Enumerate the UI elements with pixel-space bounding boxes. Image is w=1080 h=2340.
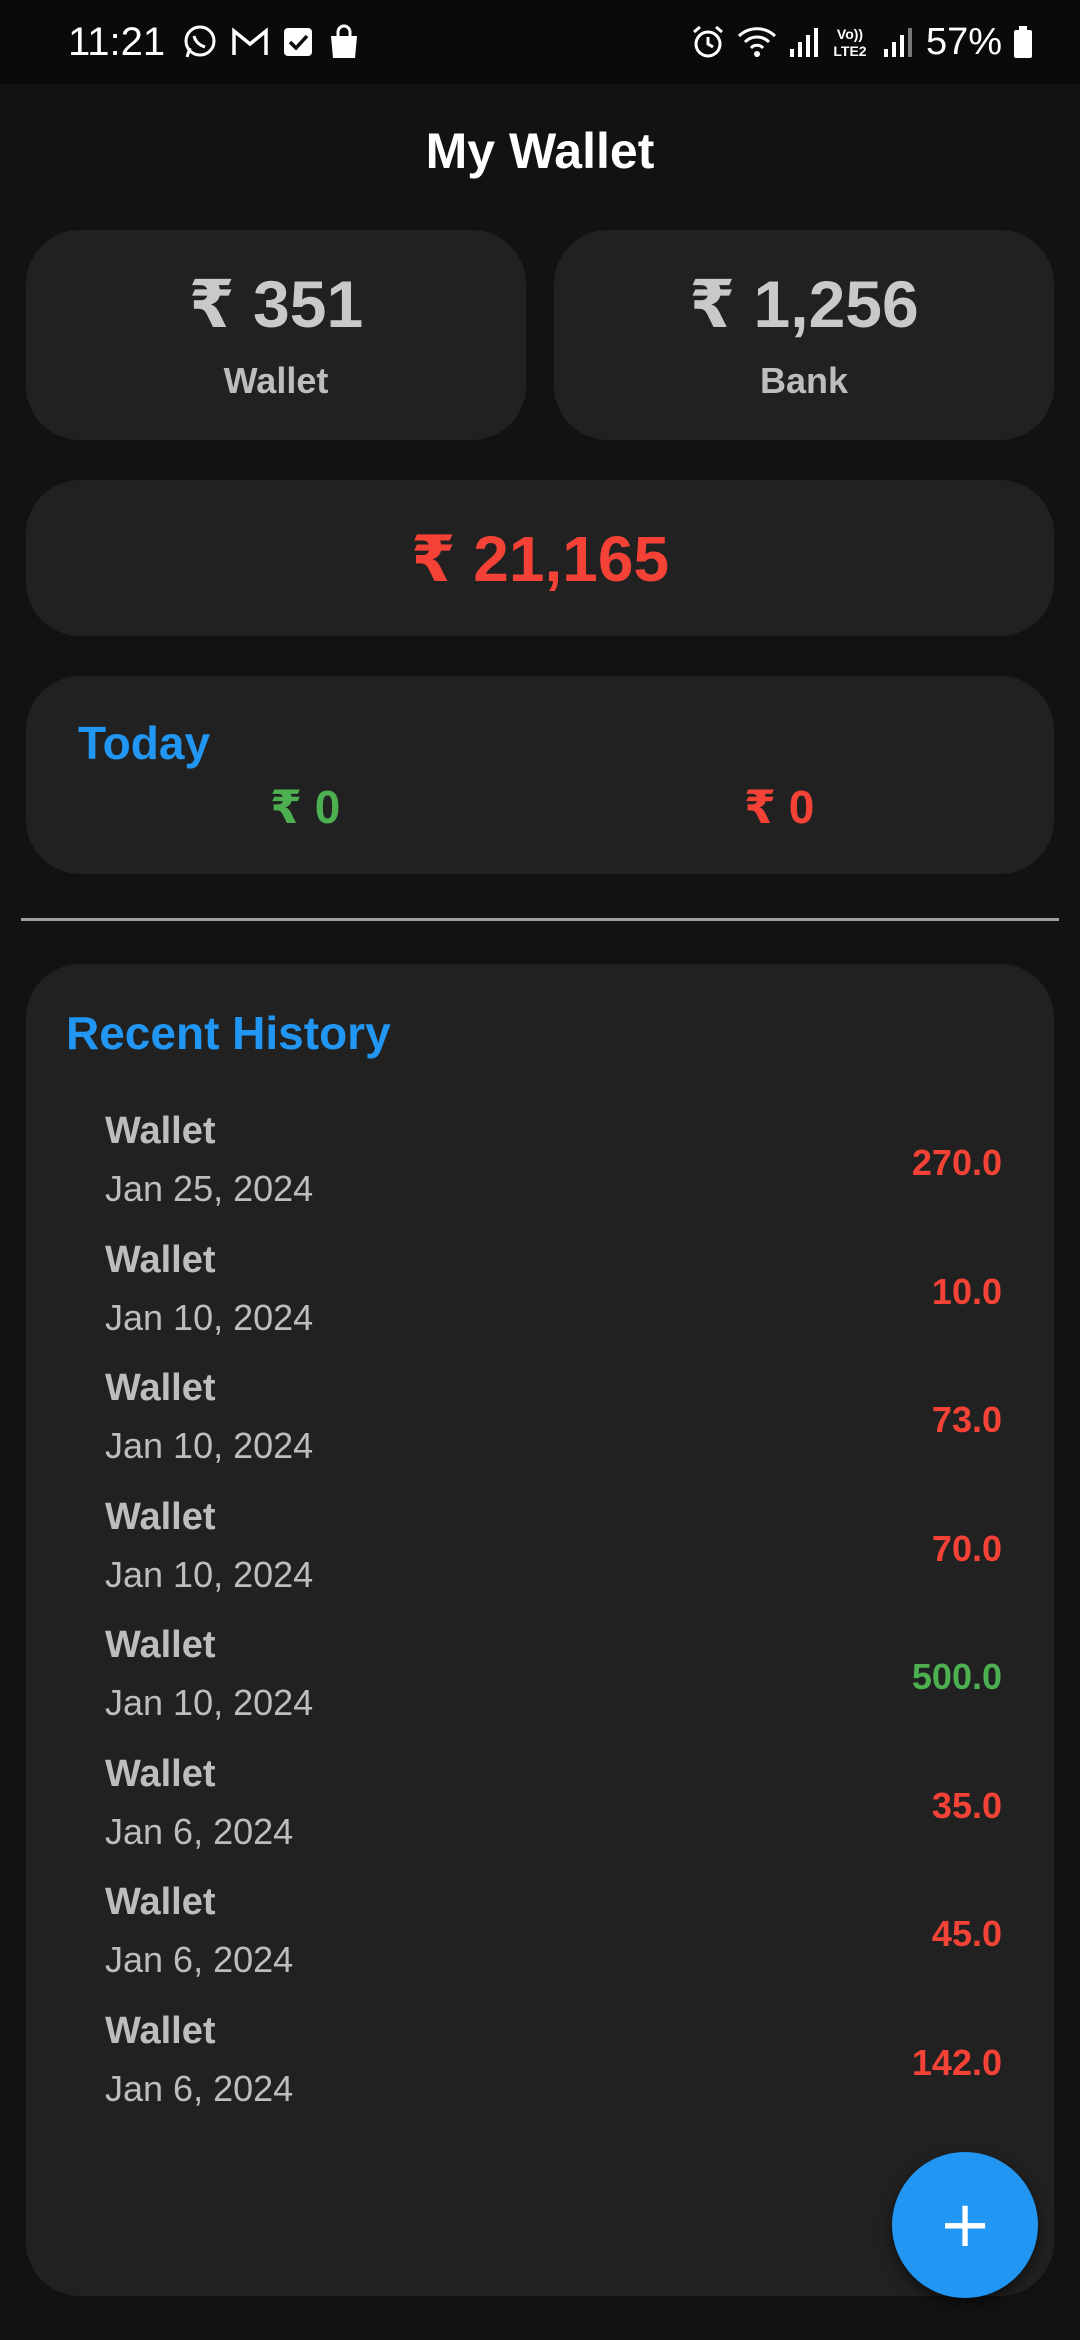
history-list-item[interactable]: Wallet Jan 10, 2024 500.0 [26, 1624, 1054, 1753]
plus-icon: + [938, 2188, 992, 2262]
bank-balance-label: Bank [759, 360, 849, 401]
bank-balance-amount: ₹ 1,256 [689, 267, 919, 341]
today-title: Today [78, 717, 211, 769]
battery-percent: 57% [925, 20, 1002, 63]
history-list: Wallet Jan 25, 2024 270.0 Wallet Jan 10, 202… [26, 1110, 1054, 2138]
signal-icon [788, 25, 818, 59]
volte-icon: Vo)) LTE2 [828, 24, 872, 60]
total-amount: ₹ 21,165 [410, 523, 670, 595]
today-income-amount: ₹ 0 [270, 781, 341, 833]
notification-icons [181, 23, 361, 61]
history-item-date: Jan 10, 2024 [105, 1425, 314, 1466]
status-bar: 11:21 Vo)) LTE2 57% [0, 0, 1080, 84]
history-item-amount: 10.0 [931, 1270, 1002, 1312]
gmail-icon [231, 25, 269, 59]
divider [21, 918, 1059, 921]
history-item-date: Jan 6, 2024 [105, 1810, 294, 1852]
history-item-date: Jan 6, 2024 [105, 1939, 294, 1980]
history-item-account: Wallet [105, 1624, 216, 1666]
history-item-date: Jan 10, 2024 [105, 1296, 314, 1338]
checkbox-app-icon [281, 25, 315, 59]
battery-icon [1012, 24, 1034, 60]
history-list-item[interactable]: Wallet Jan 10, 2024 73.0 [26, 1367, 1054, 1496]
history-item-amount: 500.0 [911, 1656, 1002, 1697]
history-item-account: Wallet [105, 2009, 216, 2052]
recent-history-title: Recent History [66, 1007, 391, 1059]
add-transaction-button[interactable]: + [892, 2152, 1038, 2298]
history-item-account: Wallet [105, 1752, 216, 1795]
wallet-balance-card[interactable]: ₹ 351 Wallet [26, 230, 526, 440]
history-item-date: Jan 10, 2024 [105, 1553, 314, 1595]
history-list-item[interactable]: Wallet Jan 10, 2024 70.0 [26, 1496, 1054, 1625]
total-card[interactable]: ₹ 21,165 [26, 480, 1054, 636]
history-list-item[interactable]: Wallet Jan 6, 2024 142.0 [26, 2010, 1054, 2139]
today-card[interactable]: Today ₹ 0 ₹ 0 [26, 676, 1054, 874]
history-item-amount: 73.0 [931, 1399, 1002, 1440]
history-item-amount: 70.0 [931, 1527, 1002, 1569]
history-item-date: Jan 6, 2024 [105, 2067, 294, 2109]
wallet-balance-amount: ₹ 351 [188, 267, 364, 341]
shopping-bag-icon [327, 24, 361, 60]
history-list-item[interactable]: Wallet Jan 25, 2024 270.0 [26, 1110, 1054, 1239]
wallet-balance-label: Wallet [223, 360, 329, 401]
history-item-amount: 35.0 [931, 1784, 1002, 1826]
history-item-account: Wallet [105, 1495, 216, 1538]
status-time: 11:21 [68, 19, 166, 64]
history-list-item[interactable]: Wallet Jan 6, 2024 35.0 [26, 1753, 1054, 1882]
history-item-date: Jan 10, 2024 [105, 1682, 314, 1723]
page-title: My Wallet [425, 123, 655, 179]
alarm-icon [690, 24, 726, 60]
history-item-amount: 45.0 [931, 1913, 1002, 1954]
svg-text:Vo)): Vo)) [837, 26, 863, 42]
whatsapp-icon [181, 23, 219, 61]
signal-icon [882, 25, 912, 59]
history-list-item[interactable]: Wallet Jan 6, 2024 45.0 [26, 1881, 1054, 2010]
svg-text:LTE2: LTE2 [833, 43, 866, 59]
history-list-item[interactable]: Wallet Jan 10, 2024 10.0 [26, 1239, 1054, 1368]
system-status-icons: Vo)) LTE2 57% [690, 21, 1034, 64]
history-item-amount: 142.0 [911, 2041, 1002, 2083]
history-item-date: Jan 25, 2024 [105, 1168, 314, 1209]
today-expense-amount: ₹ 0 [744, 781, 815, 833]
recent-history-card: Recent History Wallet Jan 25, 2024 270.0 Wa… [26, 964, 1054, 2296]
wallet-screen: 11:21 Vo)) LTE2 57% My Wallet ₹ 351 Wall… [0, 0, 1080, 2340]
history-item-account: Wallet [105, 1881, 216, 1923]
bank-balance-card[interactable]: ₹ 1,256 Bank [554, 230, 1054, 440]
history-item-amount: 270.0 [911, 1142, 1002, 1183]
history-item-account: Wallet [105, 1238, 216, 1281]
history-item-account: Wallet [105, 1110, 216, 1152]
wifi-icon [736, 24, 778, 60]
history-item-account: Wallet [105, 1367, 216, 1409]
